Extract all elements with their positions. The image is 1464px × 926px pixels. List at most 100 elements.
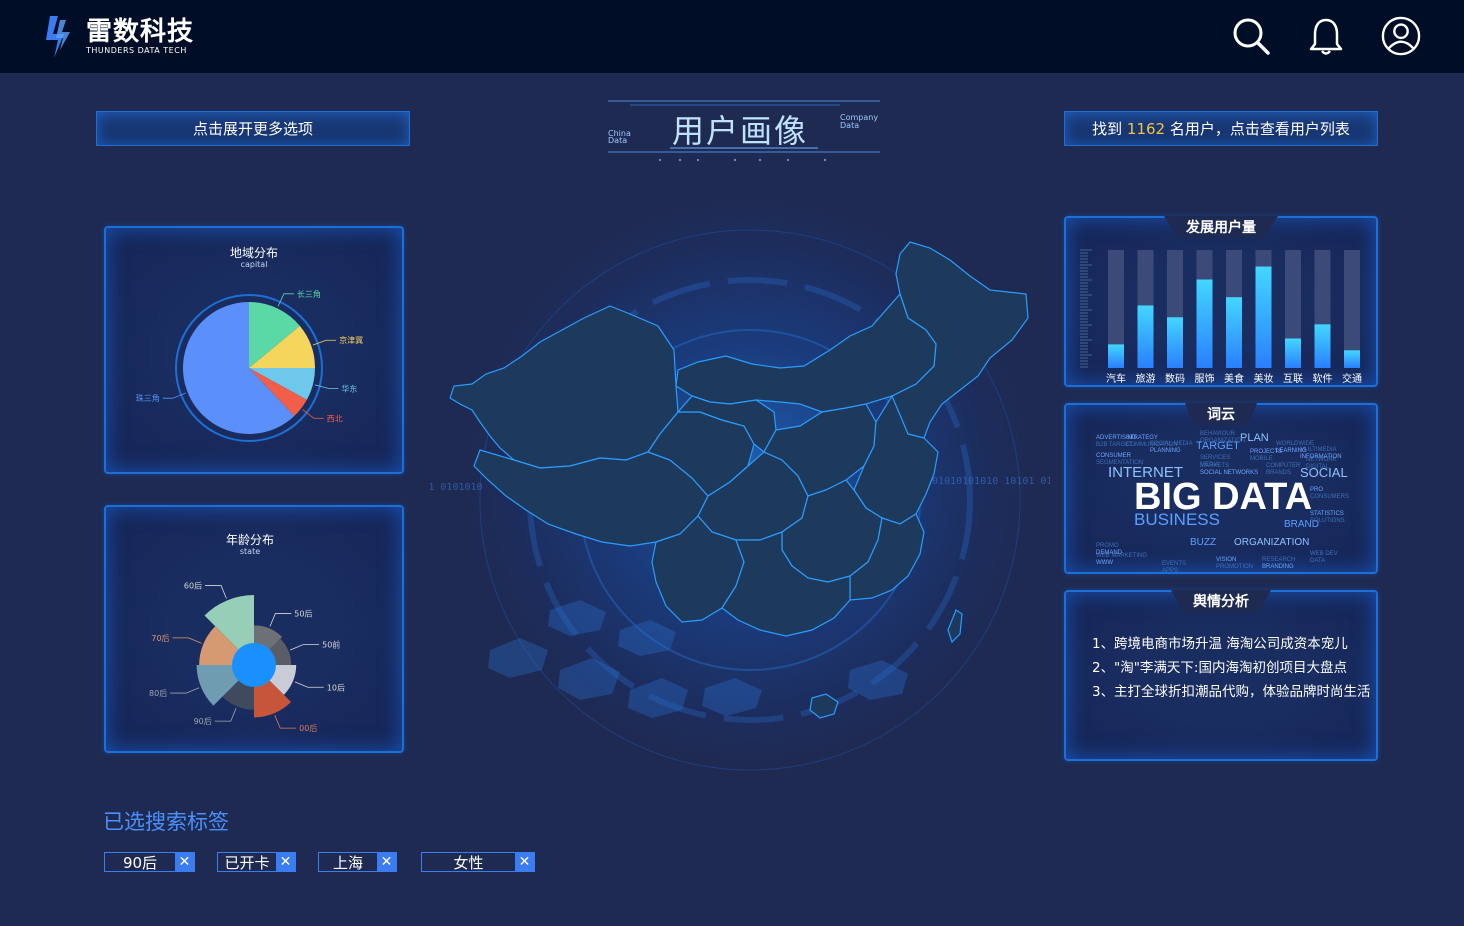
age-rose-chart[interactable]: 50后 50前 10后 00后 90后 80后 70后 60后 (106, 507, 402, 751)
user-growth-bar-chart[interactable]: 汽车 旅游 数码 服饰 美食 美妆 互联 软件 交通 (1066, 218, 1376, 385)
word-cloud-word: SEGMENTATION (1096, 460, 1143, 466)
bar-category-label: 美妆 (1254, 372, 1274, 385)
age-distribution-panel: 年龄分布 state 50后 50前 10后 00后 90后 80后 70后 60后 (104, 505, 404, 753)
word-cloud-word: DEMAND (1096, 550, 1123, 556)
word-cloud-word: WEB DEV (1310, 551, 1338, 557)
word-cloud-word: BEHAVIOUR (1200, 431, 1236, 437)
bar-category-label: 数码 (1165, 372, 1185, 385)
bar[interactable] (1108, 344, 1124, 368)
rose-label: 80后 (149, 688, 167, 698)
rose-label: 70后 (151, 633, 169, 643)
search-icon[interactable] (1231, 16, 1271, 56)
bar[interactable] (1255, 266, 1272, 368)
brand-name: 雷数科技 (86, 17, 195, 47)
bar[interactable] (1196, 279, 1213, 369)
found-count: 1162 (1126, 119, 1166, 138)
word-cloud-word: WORLDWIDE (1276, 441, 1314, 447)
title-data-label-right: Data (840, 121, 860, 130)
word-cloud-word: COMMUNICATION (1126, 442, 1178, 448)
region-pie-chart[interactable]: 长三角京津冀华东西北 珠三角 (106, 228, 402, 472)
rose-label: 60后 (184, 581, 202, 591)
tag-label: 已开卡 (224, 853, 270, 872)
lightning-logo-icon (46, 16, 70, 58)
sentiment-item-number: 2、 (1092, 660, 1115, 676)
bar[interactable] (1344, 350, 1360, 368)
word-cloud-word: BUSINESS (1134, 510, 1220, 529)
rose-label: 10后 (327, 682, 345, 692)
sentiment-item[interactable]: 3、 主打全球折扣潮品代购，体验品牌时尚生活 (1092, 680, 1372, 704)
word-cloud-word: PRO (1310, 487, 1323, 493)
bar[interactable] (1314, 324, 1331, 368)
word-cloud-word: PROMOTION (1216, 564, 1253, 570)
binary-decoration-right: 0101010101010 10101 0101010 (920, 476, 1050, 487)
bar[interactable] (1167, 317, 1183, 368)
sentiment-item-number: 3、 (1092, 684, 1115, 700)
page-title: 用户画像 (672, 112, 809, 150)
word-cloud-word: WWW (1096, 560, 1113, 566)
word-cloud-word: SOCIAL NETWORKS (1200, 470, 1258, 476)
title-data-label-left: Data (608, 136, 628, 145)
word-cloud-word: DATA (1310, 558, 1325, 564)
found-suffix: 名用户，点击查看用户列表 (1165, 120, 1350, 138)
word-cloud-word: CONSUMER (1096, 453, 1132, 459)
tag-label: 女性 (453, 853, 484, 872)
top-bar: 雷数科技 THUNDERS DATA TECH (0, 0, 1464, 73)
word-cloud-word: INTERNET (1108, 464, 1183, 481)
expand-options-button[interactable]: 点击展开更多选项 (96, 111, 410, 146)
word-cloud-word: ORGANIZATION (1234, 537, 1309, 548)
remove-tag-icon[interactable]: ✕ (276, 853, 295, 871)
sentiment-list: 1、 跨境电商市场升温 海淘公司成资本宠儿 2、 "淘"李满天下:国内海淘初创项… (1092, 632, 1372, 704)
binary-decoration-left: 0101010101010 10101 0101010 (430, 482, 483, 493)
remove-tag-icon[interactable]: ✕ (175, 853, 194, 871)
rose-label-line (170, 687, 200, 694)
pie-label: 华东 (341, 383, 357, 393)
word-cloud-panel: 词云 BIG DATA INTERNET BUSINESS SOCIAL TARGET P… (1064, 403, 1378, 574)
word-cloud-word: COMPUTER (1266, 463, 1301, 469)
bar-category-label: 互联 (1283, 373, 1303, 385)
china-map[interactable]: 0101010101010 10101 0101010 010101010101… (430, 190, 1050, 800)
pie-label: 珠三角 (136, 393, 160, 403)
sentiment-item[interactable]: 2、 "淘"李满天下:国内海淘初创项目大盘点 (1092, 656, 1372, 680)
word-cloud-word: MOBILE (1250, 456, 1273, 462)
word-cloud-word: SOLUTIONS (1310, 518, 1345, 524)
sentiment-item-text: "淘"李满天下:国内海淘初创项目大盘点 (1114, 660, 1347, 676)
bar[interactable] (1137, 305, 1154, 368)
pie-label: 京津冀 (339, 335, 363, 345)
bar-category-label: 交通 (1342, 372, 1362, 385)
sentiment-title: 舆情分析 (1171, 590, 1271, 612)
rose-label: 50后 (294, 609, 312, 619)
bell-icon[interactable] (1306, 16, 1346, 56)
page-title-block: China Data 用户画像 Company Data (600, 92, 890, 162)
expand-options-label: 点击展开更多选项 (192, 120, 313, 138)
bar-category-label: 软件 (1313, 372, 1333, 385)
sentiment-item-text: 主打全球折扣潮品代购，体验品牌时尚生活 (1114, 684, 1371, 700)
bar-category-label: 旅游 (1136, 372, 1156, 385)
bar[interactable] (1285, 338, 1301, 369)
word-cloud-word: DIGITAL (1306, 464, 1330, 470)
brand-logo[interactable]: 雷数科技 THUNDERS DATA TECH (44, 16, 194, 58)
word-cloud-word: ORGANIZATION (1200, 438, 1245, 444)
bar-track (1344, 250, 1360, 368)
word-cloud-word: PROMO (1096, 543, 1119, 549)
word-cloud-word: INFORMATION (1300, 454, 1342, 460)
rose-label-line (205, 585, 227, 599)
rose-label: 50前 (322, 640, 340, 650)
bar-category-label: 服饰 (1195, 372, 1215, 385)
word-cloud-word: CONSUMERS (1310, 494, 1349, 500)
word-cloud-word: VISION (1216, 557, 1236, 563)
sentiment-item[interactable]: 1、 跨境电商市场升温 海淘公司成资本宠儿 (1092, 632, 1372, 656)
word-cloud-word: EVENTS (1162, 561, 1186, 567)
user-growth-panel: 发展用户量 汽车 旅游 数码 服饰 美食 美妆 互联 软件 交通 (1064, 216, 1378, 387)
sentiment-item-number: 1、 (1092, 636, 1115, 652)
tag-label: 90后 (122, 853, 158, 872)
rose-label-line (274, 715, 297, 729)
remove-tag-icon[interactable]: ✕ (515, 853, 534, 871)
word-cloud-word: BRANDS (1266, 470, 1291, 476)
word-cloud-word: STATISTICS (1310, 511, 1344, 517)
view-user-list-button[interactable]: 找到 1162 名用户，点击查看用户列表 (1064, 111, 1378, 146)
remove-tag-icon[interactable]: ✕ (377, 853, 396, 871)
user-icon[interactable] (1381, 16, 1421, 56)
rose-label-line (172, 637, 202, 644)
bar[interactable] (1226, 297, 1242, 368)
rose-label: 90后 (194, 716, 212, 726)
